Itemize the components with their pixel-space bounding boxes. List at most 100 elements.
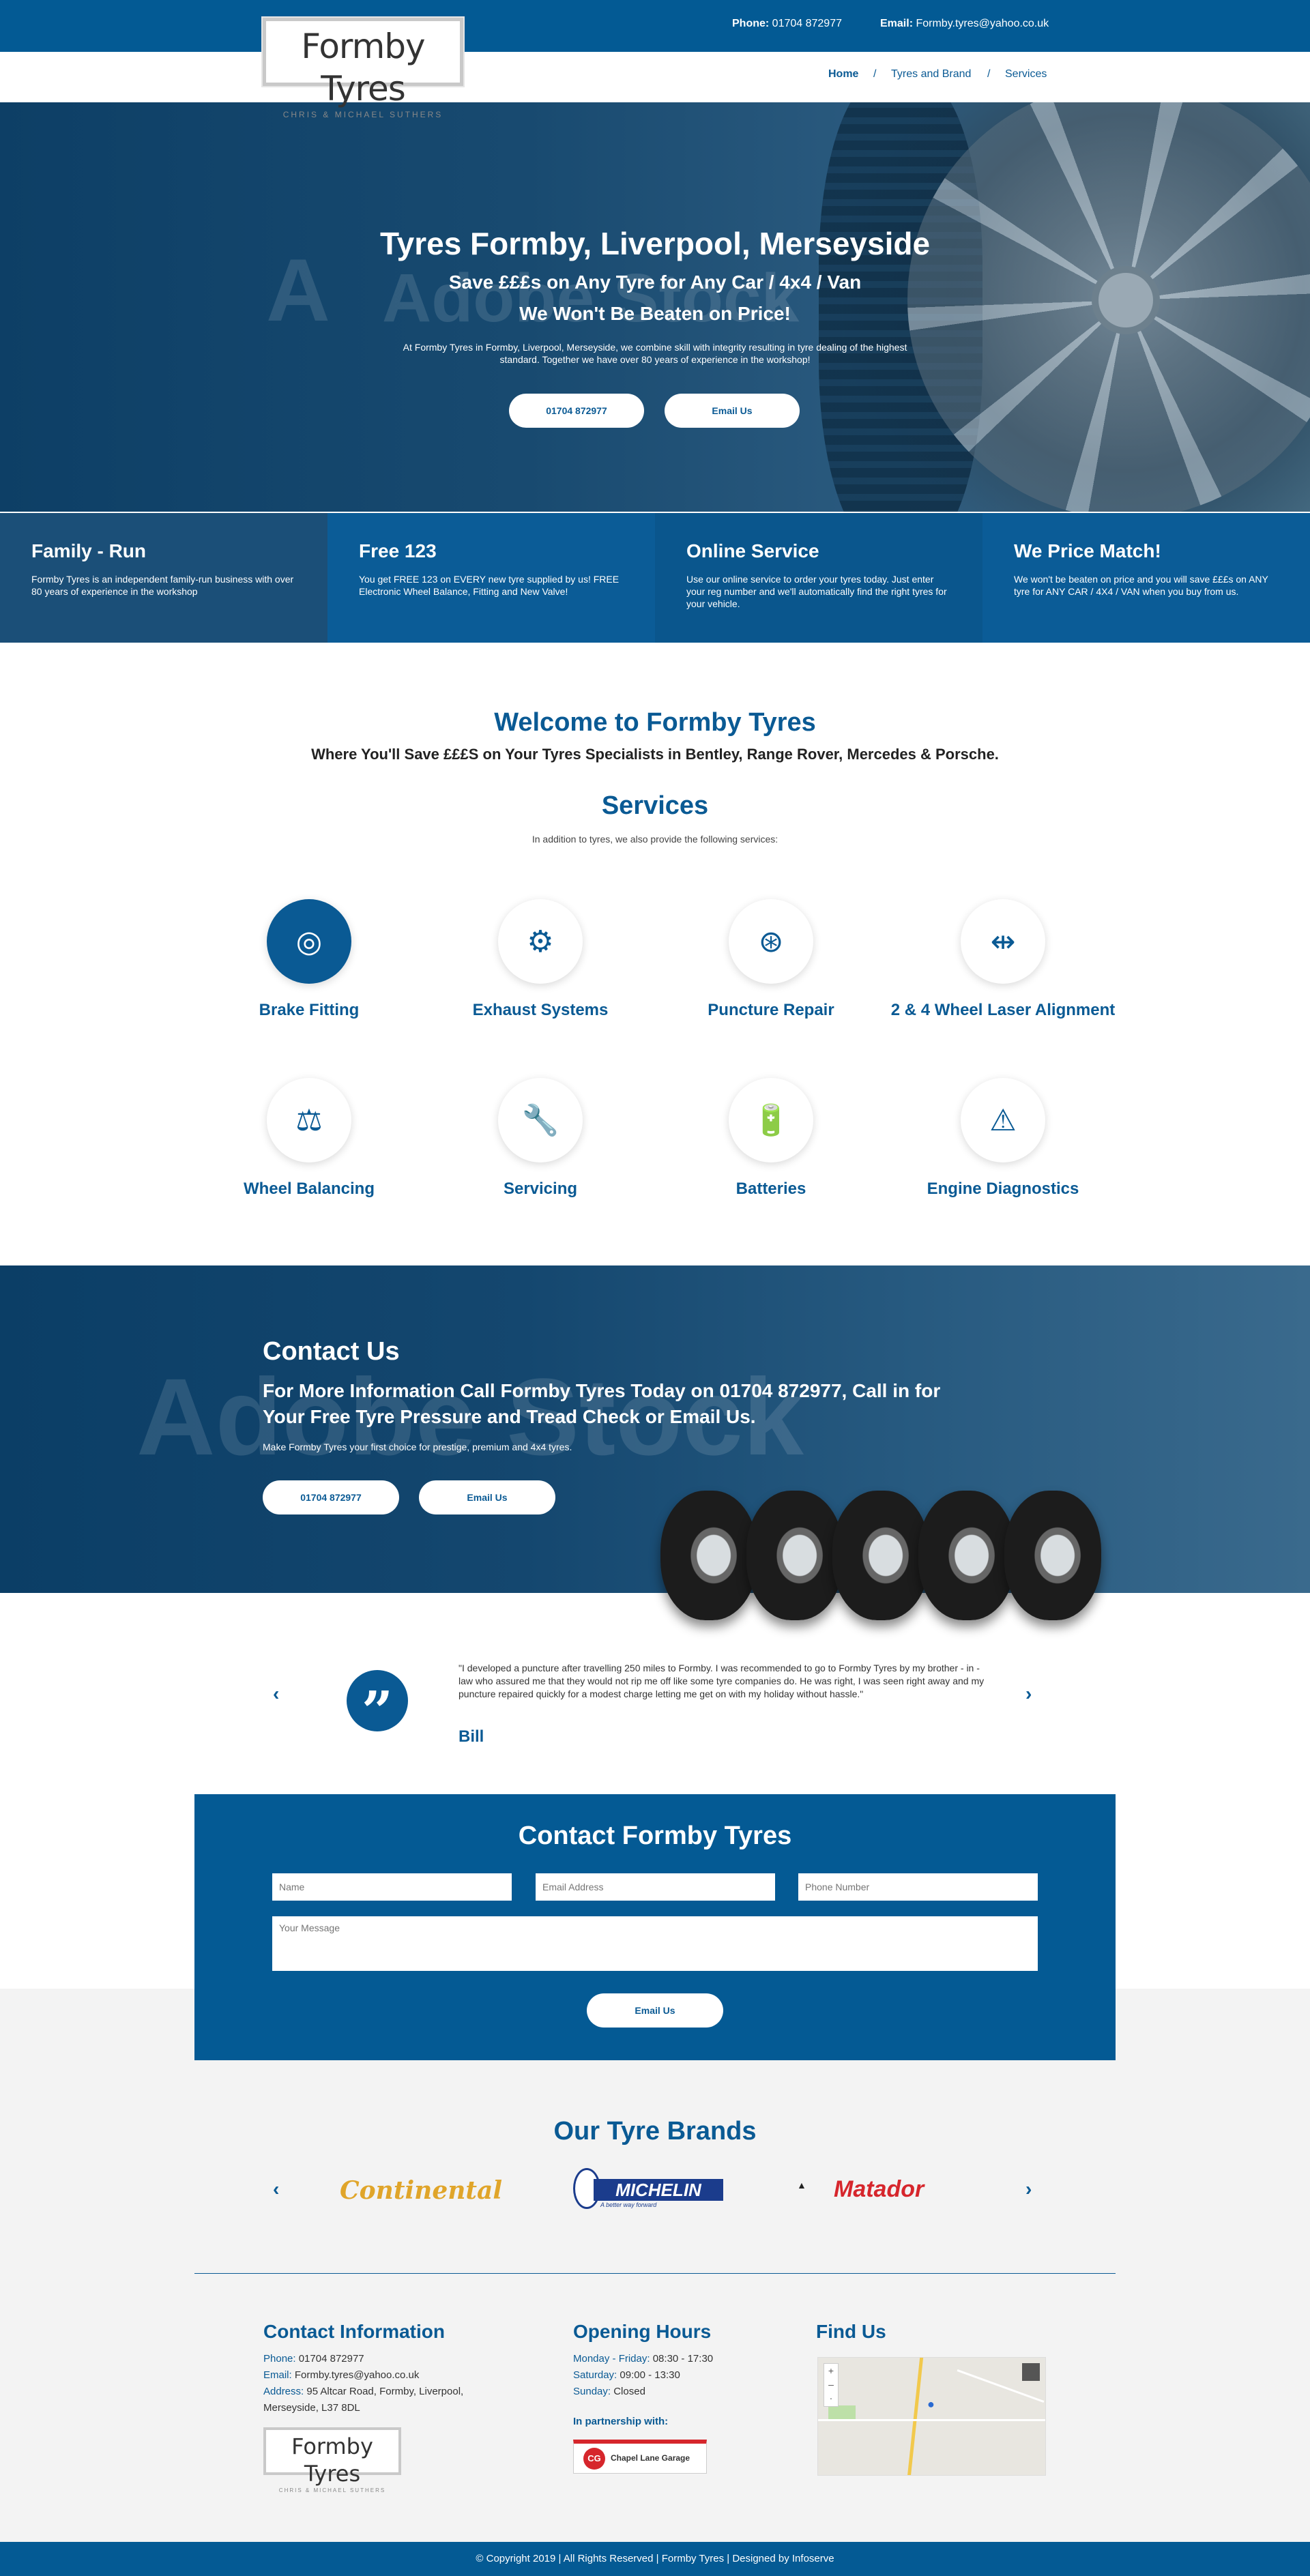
service-icon-circle[interactable]: 🔧 [498,1078,583,1162]
email-label: Email: [263,2369,292,2381]
contact-email-button[interactable]: Email Us [419,1480,555,1514]
brand-logo-michelin[interactable]: MICHELIN A better way forward [573,2168,723,2212]
service-label[interactable]: Servicing [424,1179,656,1199]
hero-phone-button[interactable]: 01704 872977 [509,394,644,428]
nav-item-home[interactable]: Home [828,68,858,80]
map-embed[interactable]: ● + – · [817,2357,1046,2476]
alignment-icon: ⇹ [990,924,1016,958]
phone-value[interactable]: 01704 872977 [299,2353,364,2365]
contact-band-title: Contact Us [263,1337,400,1366]
map-road [907,2358,924,2475]
map-zoom-controls[interactable]: + – · [824,2363,839,2407]
footer-logo[interactable]: Formby Tyres CHRIS & MICHAEL SUTHERS [263,2427,401,2493]
feature-title: Free 123 [359,540,437,561]
tyre-image [660,1491,757,1620]
testimonial-next-arrow[interactable]: › [1025,1683,1032,1705]
service-icon-circle[interactable]: ⚙ [498,899,583,984]
hero-email-button[interactable]: Email Us [665,394,800,428]
service-label[interactable]: 2 & 4 Wheel Laser Alignment [887,1000,1119,1021]
feature-title: Family - Run [31,540,147,561]
feature-text: We won't be beaten on price and you will… [1014,574,1268,597]
form-title: Contact Formby Tyres [518,1821,792,1850]
partner-label: In partnership with: [573,2416,669,2427]
tyre-image [832,1491,929,1620]
testimonial-author: Bill [458,1727,484,1746]
hero-subtitle-2: We Won't Be Beaten on Price! [519,303,791,324]
hours-day: Saturday: [573,2369,617,2381]
feature-text: Formby Tyres is an independent family-ru… [31,574,294,597]
brands-title: Our Tyre Brands [553,2117,757,2146]
contact-band-text: Make Formby Tyres your first choice for … [263,1441,572,1452]
service-label[interactable]: Engine Diagnostics [887,1179,1119,1199]
name-input[interactable] [272,1873,512,1901]
battery-icon: 🔋 [752,1104,790,1137]
phone-value: 01704 872977 [772,18,842,29]
hours-day: Sunday: [573,2386,611,2397]
tyre-image [1004,1491,1101,1620]
feature-online-service: Online Service Use our online service to… [655,513,982,643]
brands-prev-arrow[interactable]: ‹ [273,2178,279,2200]
email-value[interactable]: Formby.tyres@yahoo.co.uk [295,2369,420,2381]
service-label[interactable]: Wheel Balancing [193,1179,425,1199]
message-input[interactable] [272,1916,1038,1971]
brand-logo-matador[interactable]: Matador [834,2176,924,2203]
services-intro: In addition to tyres, we also provide th… [532,834,778,845]
address-label: Address: [263,2386,304,2397]
address-line-2: Merseyside, L37 8DL [263,2402,360,2414]
hours-time: 08:30 - 17:30 [652,2353,714,2365]
service-label[interactable]: Batteries [655,1179,887,1199]
tyre-image [746,1491,843,1620]
nav-item-tyres-and-brand[interactable]: Tyres and Brand [891,68,971,80]
feature-free-123: Free 123 You get FREE 123 on EVERY new t… [328,513,655,643]
service-icon-circle[interactable]: ⊛ [729,899,813,984]
service-label[interactable]: Brake Fitting [193,1000,425,1021]
hero-title: Tyres Formby, Liverpool, Merseyside [379,226,931,261]
brands-next-arrow[interactable]: › [1025,2178,1032,2200]
map-pin-icon: ● [927,2397,935,2411]
service-icon-circle[interactable]: ⚠ [961,1078,1045,1162]
partner-badge-icon: CG [583,2448,605,2470]
phone-input[interactable] [798,1873,1038,1901]
service-icon-circle[interactable]: ◎ [267,899,351,984]
map-fullscreen-button[interactable] [1022,2363,1040,2381]
service-icon-circle[interactable]: 🔋 [729,1078,813,1162]
hours-day: Monday - Friday: [573,2353,650,2365]
service-icon-circle[interactable]: ⇹ [961,899,1045,984]
contact-phone-button[interactable]: 01704 872977 [263,1480,399,1514]
hero-text: At Formby Tyres in Formby, Liverpool, Me… [403,342,907,365]
welcome-subtitle: Where You'll Save £££S on Your Tyres Spe… [311,746,999,763]
service-label[interactable]: Puncture Repair [655,1000,887,1021]
hours-time: 09:00 - 13:30 [620,2369,680,2381]
michelin-tagline: A better way forward [600,2201,657,2208]
service-label[interactable]: Exhaust Systems [424,1000,656,1021]
divider [194,2273,1116,2274]
phone-label: Phone: [732,18,770,29]
feature-title: We Price Match! [1014,540,1161,561]
partner-logo[interactable]: CG Chapel Lane Garage [573,2440,707,2474]
partner-name: Chapel Lane Garage [611,2453,690,2463]
map-road [818,2419,1045,2421]
contact-info-block: Phone: 01704 872977 Email: Formby.tyres@… [263,2351,509,2416]
header-phone[interactable]: Phone: 01704 872977 [732,18,842,30]
form-submit-button[interactable]: Email Us [587,1993,723,2028]
feature-title: Online Service [686,540,819,561]
service-icon-circle[interactable]: ⚖ [267,1078,351,1162]
opening-hours-list: Monday - Friday: 08:30 - 17:30 Saturday:… [573,2351,805,2400]
logo-text: Formby Tyres [301,27,425,108]
nav-separator: / [873,68,877,80]
welcome-title: Welcome to Formby Tyres [494,708,816,737]
site-logo[interactable]: Formby Tyres CHRIS & MICHAEL SUTHERS [263,18,463,119]
testimonial-quote: "I developed a puncture after travelling… [458,1663,985,1699]
brand-logo-continental[interactable]: Continental [340,2176,502,2205]
balancing-icon: ⚖ [295,1103,323,1137]
services-title: Services [601,791,709,820]
feature-family-run: Family - Run Formby Tyres is an independ… [0,513,328,643]
header-email[interactable]: Email: Formby.tyres@yahoo.co.uk [880,18,1049,30]
testimonial-prev-arrow[interactable]: ‹ [273,1683,279,1705]
feature-price-match: We Price Match! We won't be beaten on pr… [982,513,1310,643]
nav-item-services[interactable]: Services [1005,68,1047,80]
email-input[interactable] [536,1873,775,1901]
map-park [828,2405,856,2419]
exhaust-icon: ⚙ [527,924,554,958]
servicing-icon: 🔧 [521,1104,559,1137]
